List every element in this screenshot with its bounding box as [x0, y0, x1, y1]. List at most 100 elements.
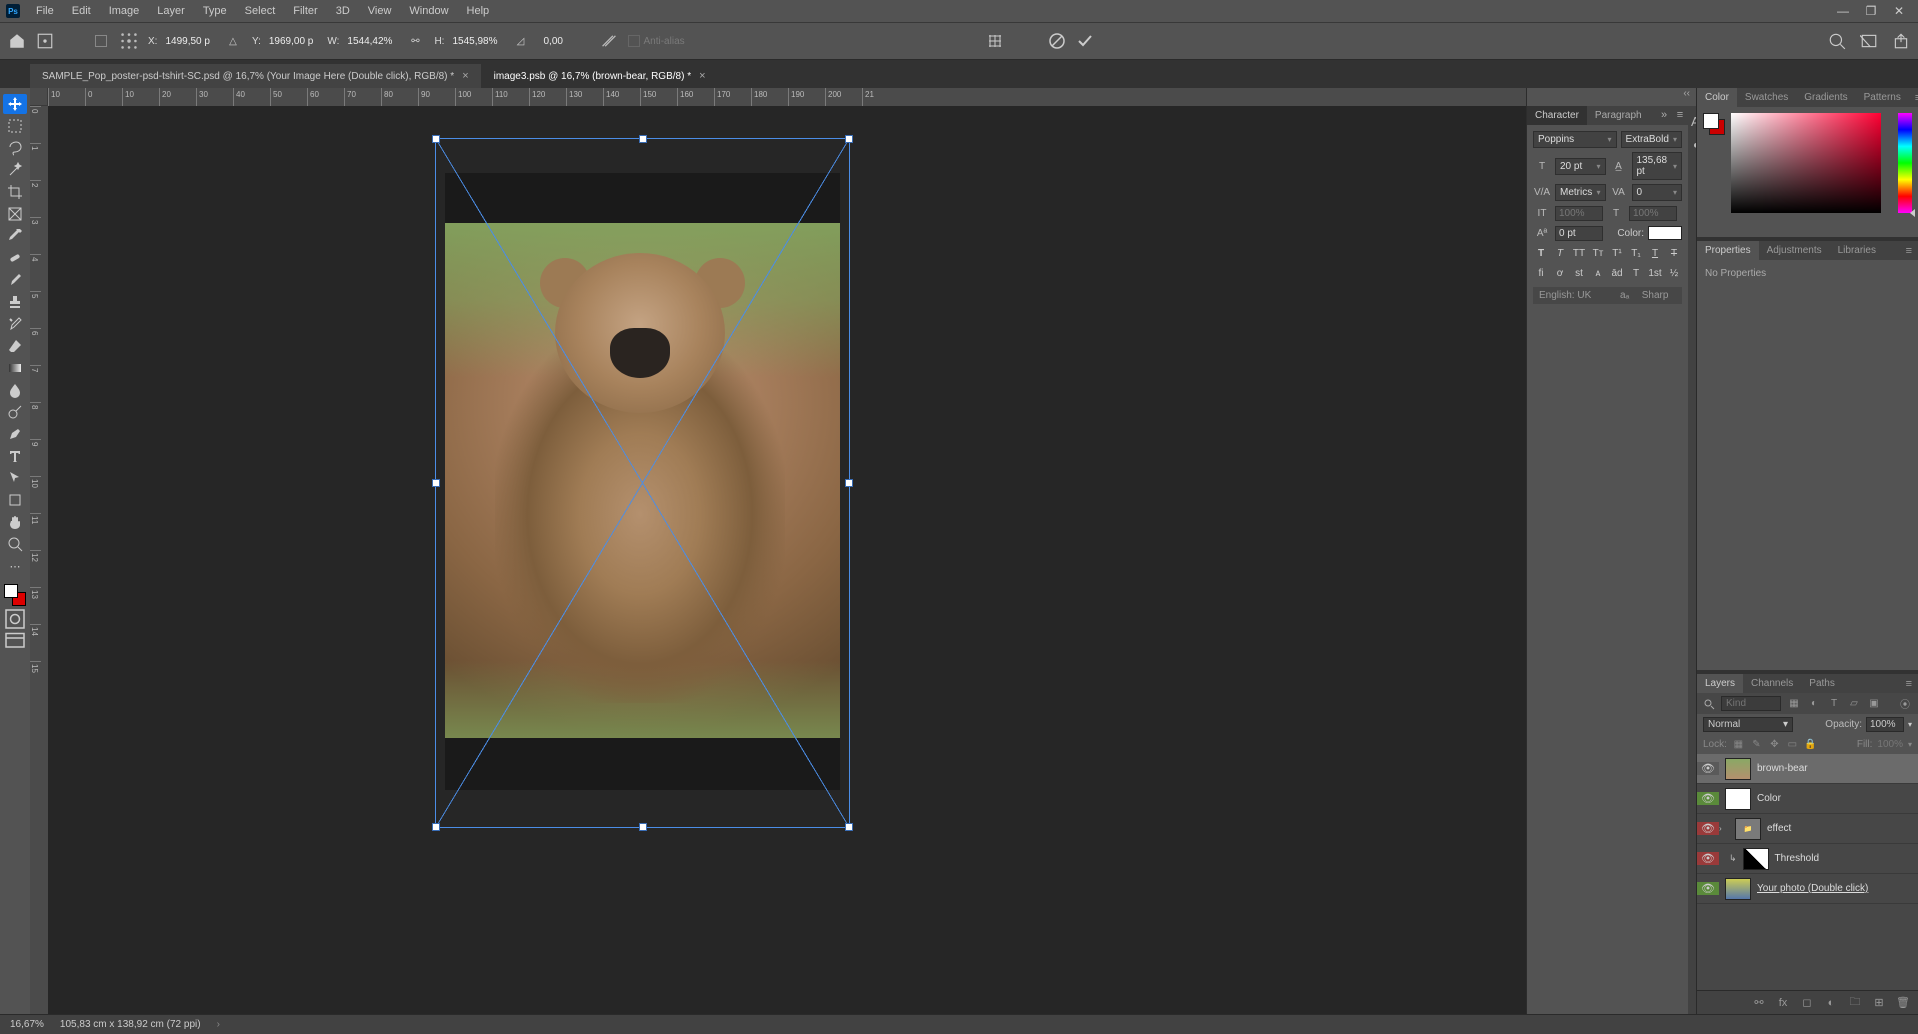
gradient-tool[interactable]: [3, 358, 27, 378]
transform-handle-tl[interactable]: [432, 135, 440, 143]
window-maximize[interactable]: ❐: [1858, 1, 1884, 21]
menu-edit[interactable]: Edit: [64, 2, 99, 20]
canvas-area[interactable]: 1001020304050607080901001101201301401501…: [30, 88, 1526, 1014]
kerning-select[interactable]: Metrics▾: [1555, 184, 1606, 201]
document-canvas[interactable]: [445, 173, 840, 790]
properties-panel-menu[interactable]: ≡: [1900, 242, 1918, 260]
ot-half[interactable]: ½: [1666, 265, 1682, 281]
new-layer-icon[interactable]: ⊞: [1872, 996, 1886, 1010]
ot-stylistic[interactable]: st: [1571, 265, 1587, 281]
skew-h-icon[interactable]: [600, 32, 618, 50]
layer-row[interactable]: 👁 Your photo (Double click): [1697, 874, 1918, 904]
layer-visibility-toggle[interactable]: 👁: [1697, 792, 1719, 805]
filter-type-icon[interactable]: T: [1827, 697, 1841, 711]
fg-swatch[interactable]: [4, 584, 18, 598]
doc-tab-1-close[interactable]: ×: [462, 70, 468, 82]
wand-tool[interactable]: [3, 160, 27, 180]
new-group-icon[interactable]: 🗀: [1848, 996, 1862, 1010]
leading-input[interactable]: 135,68 pt▾: [1632, 152, 1683, 180]
screenmode-toggle[interactable]: [3, 632, 27, 650]
history-brush-tool[interactable]: [3, 314, 27, 334]
opacity-input[interactable]: 100%: [1866, 717, 1904, 732]
menu-image[interactable]: Image: [101, 2, 148, 20]
window-minimize[interactable]: —: [1830, 1, 1856, 21]
layer-row[interactable]: 👁 ↳ Threshold: [1697, 844, 1918, 874]
tracking-input[interactable]: 0▾: [1632, 184, 1683, 201]
transform-handle-ml[interactable]: [432, 479, 440, 487]
layer-fx-icon[interactable]: fx: [1776, 996, 1790, 1010]
search-icon[interactable]: [1828, 32, 1846, 50]
color-picker[interactable]: [1697, 107, 1918, 237]
color-panel-menu[interactable]: ≡: [1909, 89, 1918, 107]
fgbg-swatches[interactable]: [4, 584, 26, 606]
doc-dimensions[interactable]: 105,83 cm x 138,92 cm (72 ppi): [60, 1019, 201, 1030]
heal-tool[interactable]: [3, 248, 27, 268]
x-value[interactable]: 1499,50 p: [161, 34, 214, 49]
ruler-vertical[interactable]: 0123456789101112131415: [30, 106, 48, 1014]
frame-tool[interactable]: [3, 204, 27, 224]
collapse-panels-icon[interactable]: ‹‹: [1683, 88, 1690, 99]
stamp-tool[interactable]: [3, 292, 27, 312]
filter-shape-icon[interactable]: ▱: [1847, 697, 1861, 711]
y-value[interactable]: 1969,00 p: [265, 34, 318, 49]
shape-tool[interactable]: [3, 490, 27, 510]
delete-layer-icon[interactable]: 🗑: [1896, 996, 1910, 1010]
lock-icon[interactable]: 🔒: [1804, 738, 1817, 751]
layer-row[interactable]: 👁 brown-bear: [1697, 754, 1918, 784]
adjustment-thumbnail[interactable]: [1743, 848, 1769, 870]
layer-visibility-toggle[interactable]: 👁: [1697, 822, 1719, 835]
menu-file[interactable]: File: [28, 2, 62, 20]
tab-color[interactable]: Color: [1697, 88, 1737, 107]
font-size-input[interactable]: 20 pt▾: [1555, 158, 1606, 175]
blur-tool[interactable]: [3, 380, 27, 400]
layer-name[interactable]: effect: [1767, 823, 1791, 834]
path-select-tool[interactable]: [3, 468, 27, 488]
marquee-tool[interactable]: [3, 116, 27, 136]
window-close[interactable]: ✕: [1886, 1, 1912, 21]
tab-swatches[interactable]: Swatches: [1737, 88, 1796, 107]
blend-mode-select[interactable]: Normal▾: [1703, 717, 1793, 732]
filter-pixel-icon[interactable]: ▦: [1787, 697, 1801, 711]
faux-bold[interactable]: T: [1533, 245, 1549, 261]
menu-3d[interactable]: 3D: [328, 2, 358, 20]
underline[interactable]: T: [1647, 245, 1663, 261]
font-weight-select[interactable]: ExtraBold▾: [1621, 131, 1682, 148]
smallcaps[interactable]: Tᴛ: [1590, 245, 1606, 261]
lasso-tool[interactable]: [3, 138, 27, 158]
transform-handle-tc[interactable]: [639, 135, 647, 143]
eraser-tool[interactable]: [3, 336, 27, 356]
layer-visibility-toggle[interactable]: 👁: [1697, 762, 1719, 775]
ot-titling[interactable]: ād: [1609, 265, 1625, 281]
tab-character[interactable]: Character: [1527, 106, 1587, 125]
font-family-select[interactable]: Poppins▾: [1533, 131, 1617, 148]
eyedropper-tool[interactable]: [3, 226, 27, 246]
ot-fractions[interactable]: 1st: [1647, 265, 1663, 281]
subscript[interactable]: T₁: [1628, 245, 1644, 261]
layer-filter-kind[interactable]: [1721, 696, 1781, 711]
lock-position-icon[interactable]: ✥: [1768, 738, 1781, 751]
layer-name[interactable]: brown-bear: [1757, 763, 1808, 774]
ref-point-grid-icon[interactable]: [120, 32, 138, 50]
tab-channels[interactable]: Channels: [1743, 674, 1801, 693]
cancel-transform-icon[interactable]: [1048, 32, 1066, 50]
layer-row[interactable]: 👁 Color: [1697, 784, 1918, 814]
layer-name[interactable]: Threshold: [1775, 853, 1819, 864]
ot-ordinals[interactable]: T: [1628, 265, 1644, 281]
baseline-input[interactable]: 0 pt: [1555, 226, 1603, 241]
link-layers-icon[interactable]: ⚯: [1752, 996, 1766, 1010]
ot-fi[interactable]: fi: [1533, 265, 1549, 281]
ruler-horizontal[interactable]: 1001020304050607080901001101201301401501…: [48, 88, 1526, 106]
transform-handle-bc[interactable]: [639, 823, 647, 831]
tab-paragraph[interactable]: Paragraph: [1587, 106, 1650, 125]
fill-input[interactable]: 100%: [1877, 739, 1903, 750]
filter-adjust-icon[interactable]: ◐: [1807, 697, 1821, 711]
menu-view[interactable]: View: [360, 2, 400, 20]
w-value[interactable]: 1544,42%: [343, 34, 396, 49]
new-adjustment-icon[interactable]: ◐: [1824, 996, 1838, 1010]
layer-name[interactable]: Your photo (Double click): [1757, 883, 1868, 894]
panel-menu-icon[interactable]: ≡: [1672, 106, 1688, 125]
swap-xy-icon[interactable]: △: [224, 32, 242, 50]
layer-mask-icon[interactable]: ◻: [1800, 996, 1814, 1010]
move-tool[interactable]: [3, 94, 27, 114]
antialias-label[interactable]: Anti-alias: [644, 36, 685, 47]
